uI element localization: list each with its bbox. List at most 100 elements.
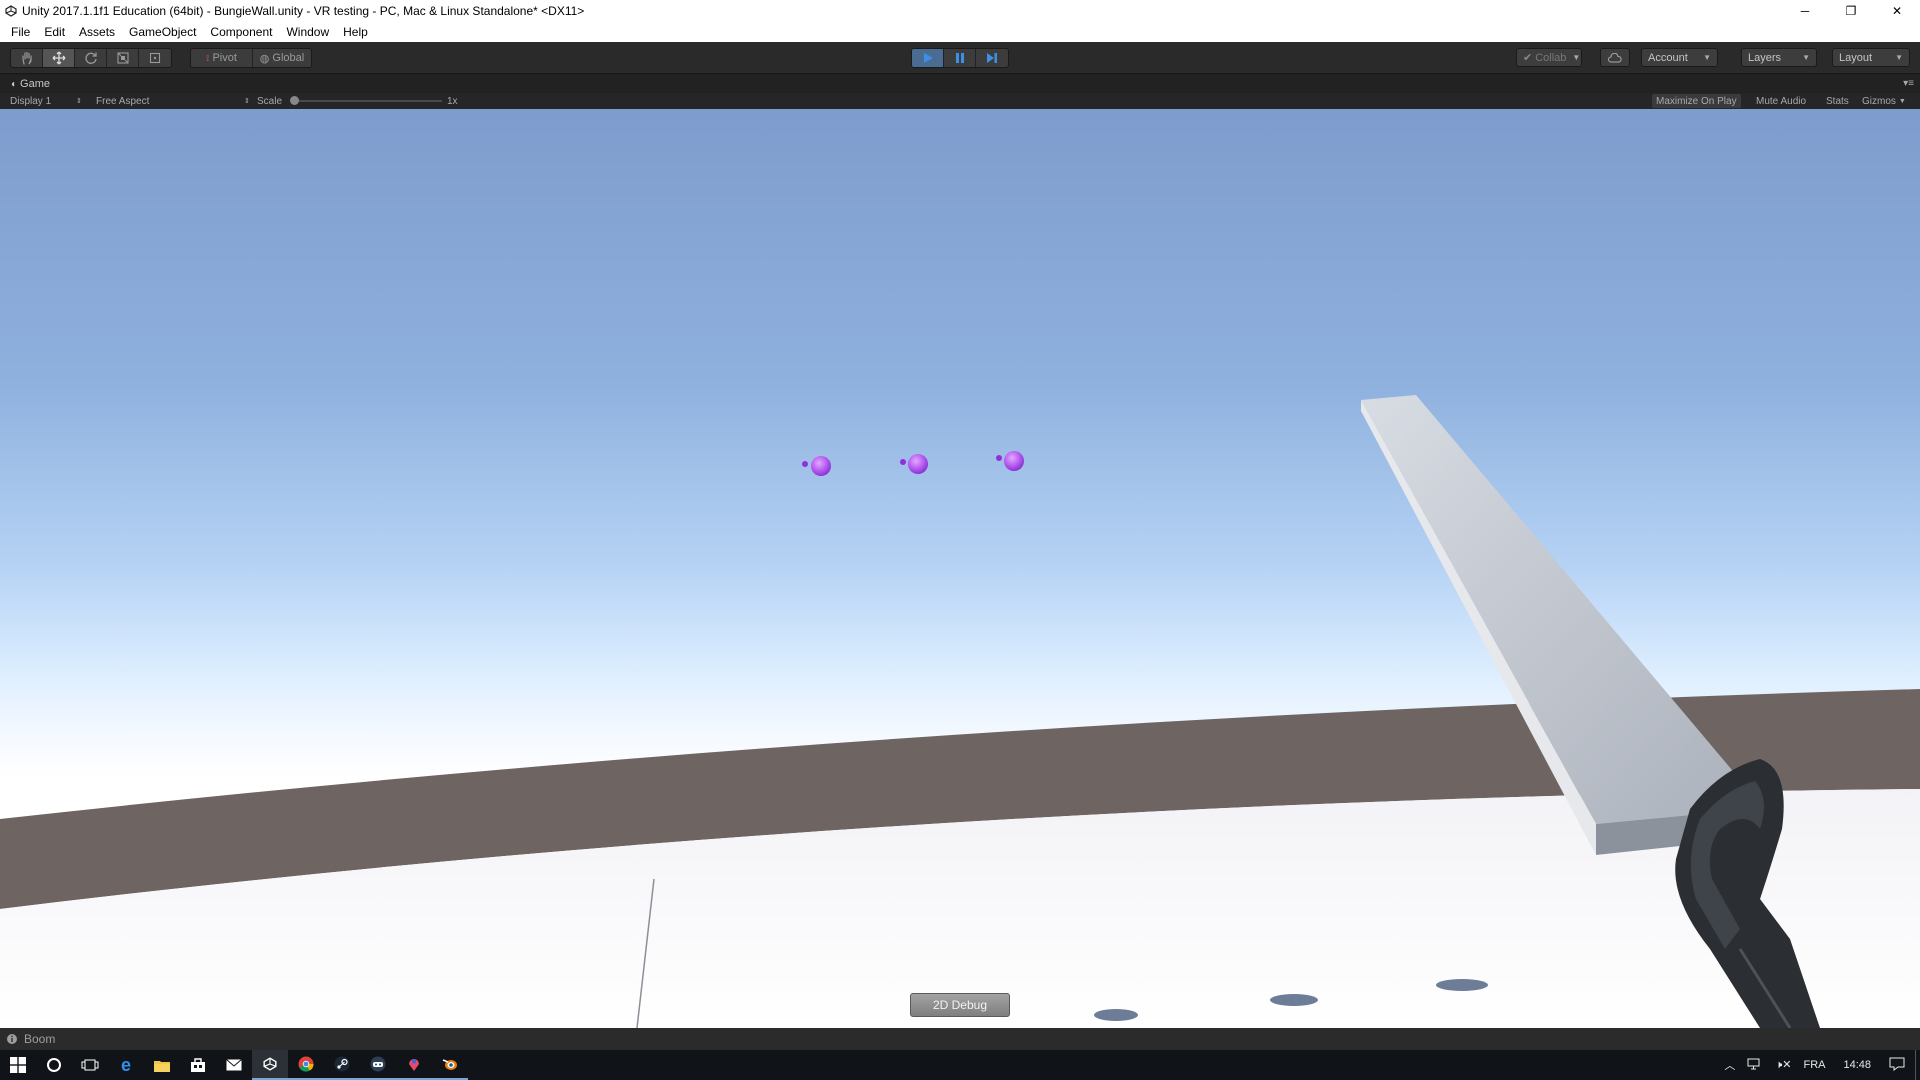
chevron-up-icon[interactable]: ︿ [1718, 1057, 1741, 1073]
updown-icon: ⇕ [76, 98, 82, 105]
steamvr-icon [370, 1056, 386, 1072]
step-button[interactable] [976, 49, 1008, 67]
mute-audio-toggle[interactable]: Mute Audio [1756, 94, 1806, 108]
scale-label: Scale [257, 95, 283, 107]
edge-icon: e [120, 1054, 131, 1075]
task-view-button[interactable] [72, 1050, 108, 1080]
unity-app[interactable] [252, 1050, 288, 1080]
scale-slider-handle[interactable] [290, 96, 299, 105]
cloud-button[interactable] [1600, 48, 1630, 67]
play-button[interactable] [912, 49, 944, 67]
small-sphere [900, 459, 906, 465]
hand-icon [21, 51, 32, 65]
menu-bar: File Edit Assets GameObject Component Wi… [0, 22, 1920, 42]
hand-tool-button[interactable] [11, 49, 43, 67]
pause-button[interactable] [944, 49, 976, 67]
close-button[interactable]: ✕ [1874, 0, 1920, 22]
language-indicator[interactable]: FRA [1797, 1059, 1831, 1071]
move-tool-button[interactable] [43, 49, 75, 67]
volume-muted-icon[interactable]: 🕨✕ [1769, 1058, 1797, 1072]
maximize-on-play-toggle[interactable]: Maximize On Play [1652, 94, 1741, 108]
tab-options-icon[interactable]: ▾≡ [1903, 78, 1914, 89]
display-label: Display 1 [10, 95, 52, 107]
sphere-group [802, 451, 1024, 476]
windows-logo-icon [10, 1057, 26, 1073]
gizmos-label: Gizmos [1862, 95, 1896, 107]
pivot-toggle[interactable]: ⟟ Pivot [191, 49, 253, 67]
menu-component[interactable]: Component [203, 25, 279, 39]
windows-taskbar: e ︿ 🕨✕ FRA 14:48 [0, 1050, 1920, 1080]
display-dropdown[interactable]: Display 1 ⇕ [10, 94, 82, 108]
folder-icon [154, 1060, 170, 1072]
edge-app[interactable]: e [108, 1050, 144, 1080]
game-tab-bar: ◖ Game ▾≡ [0, 75, 1920, 93]
small-sphere [802, 461, 808, 467]
unity-icon [263, 1057, 277, 1071]
pivot-icon: ⟟ [206, 52, 210, 63]
gizmos-dropdown[interactable]: Gizmos ▼ [1862, 94, 1906, 108]
chevron-down-icon: ▼ [1895, 53, 1903, 62]
account-dropdown[interactable]: Account ▼ [1641, 48, 1718, 67]
layout-label: Layout [1839, 51, 1873, 64]
small-sphere [996, 455, 1002, 461]
collab-dropdown[interactable]: ✔ Collab ▼ [1516, 48, 1582, 67]
action-center-icon[interactable] [1883, 1057, 1911, 1074]
steam-icon [334, 1056, 350, 1072]
mail-app[interactable] [216, 1050, 252, 1080]
menu-help[interactable]: Help [336, 25, 375, 39]
tab-game[interactable]: ◖ Game [0, 78, 50, 90]
layout-dropdown[interactable]: Layout ▼ [1832, 48, 1910, 67]
stats-toggle[interactable]: Stats [1826, 94, 1849, 108]
restore-button[interactable]: ❐ [1828, 0, 1874, 22]
system-tray: ︿ 🕨✕ FRA 14:48 [1718, 1050, 1920, 1080]
chrome-icon [298, 1056, 314, 1072]
steamvr-app[interactable] [360, 1050, 396, 1080]
title-bar: Unity 2017.1.1f1 Education (64bit) - Bun… [0, 0, 1920, 22]
show-desktop-button[interactable] [1915, 1050, 1920, 1080]
menu-gameobject[interactable]: GameObject [122, 25, 203, 39]
aspect-dropdown[interactable]: Free Aspect ⇕ [96, 94, 250, 108]
status-bar: Boom [0, 1028, 1920, 1050]
pivot-label: Pivot [212, 52, 237, 64]
menu-window[interactable]: Window [279, 25, 336, 39]
rotate-tool-button[interactable] [75, 49, 107, 67]
global-toggle[interactable]: ◍ Global [253, 49, 311, 67]
windows-start-button[interactable] [0, 1050, 36, 1080]
2d-debug-button[interactable]: 2D Debug [910, 993, 1010, 1017]
cortana-icon [47, 1058, 61, 1072]
pause-icon [955, 53, 964, 63]
playback-controls [911, 48, 1009, 68]
steam-app[interactable] [324, 1050, 360, 1080]
store-bag-icon [191, 1058, 205, 1072]
game-viewport[interactable]: 2D Debug [0, 109, 1920, 1028]
scale-slider-track[interactable] [292, 100, 442, 102]
store-app[interactable] [180, 1050, 216, 1080]
menu-edit[interactable]: Edit [37, 25, 72, 39]
minimize-button[interactable]: ─ [1782, 0, 1828, 22]
shadow [1094, 1009, 1138, 1021]
sphere [1004, 451, 1024, 471]
game-controller-icon: ◖ [10, 78, 17, 90]
network-icon[interactable] [1741, 1058, 1769, 1073]
menu-assets[interactable]: Assets [72, 25, 122, 39]
scale-tool-button[interactable] [107, 49, 139, 67]
cortana-button[interactable] [36, 1050, 72, 1080]
layers-dropdown[interactable]: Layers ▼ [1741, 48, 1817, 67]
chrome-app[interactable] [288, 1050, 324, 1080]
file-explorer-app[interactable] [144, 1050, 180, 1080]
tab-game-label: Game [20, 78, 51, 90]
check-icon: ✔ [1523, 52, 1533, 64]
game-view-toolbar: Display 1 ⇕ Free Aspect ⇕ Scale 1x Maxim… [0, 93, 1920, 109]
scale-icon [116, 52, 129, 64]
rect-transform-icon [149, 52, 161, 64]
layers-label: Layers [1748, 51, 1782, 64]
maps-app[interactable] [396, 1050, 432, 1080]
sphere [811, 456, 831, 476]
transform-tools [10, 48, 172, 68]
cloud-icon [1608, 52, 1622, 62]
clock[interactable]: 14:48 [1831, 1059, 1883, 1071]
menu-file[interactable]: File [4, 25, 37, 39]
rect-tool-button[interactable] [139, 49, 171, 67]
blender-app[interactable] [432, 1050, 468, 1080]
move-icon [52, 51, 65, 65]
